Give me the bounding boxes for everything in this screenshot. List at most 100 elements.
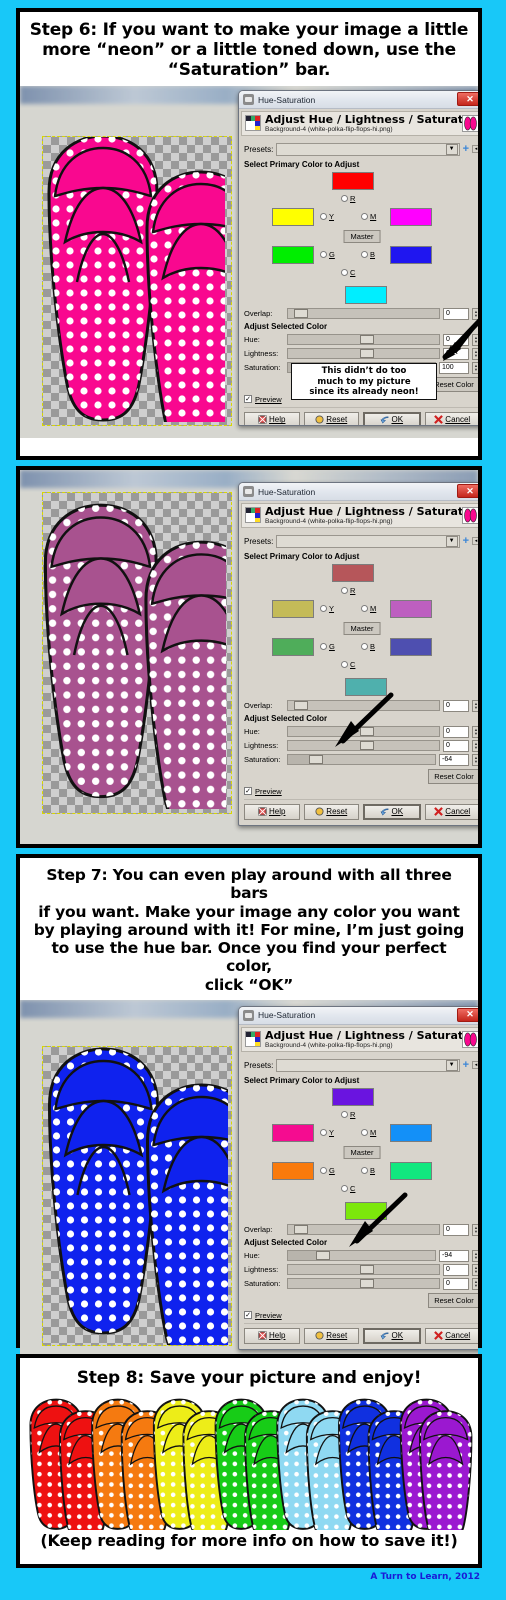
overlap-row[interactable]: Overlap: 0 ▲ ▼ <box>244 699 478 712</box>
swatch-magenta[interactable] <box>390 1123 432 1142</box>
saturation-row[interactable]: Saturation: 0 ▲ ▼ <box>244 1277 478 1290</box>
chevron-down-icon[interactable]: ▼ <box>445 535 458 547</box>
master-button[interactable]: Master <box>343 1145 381 1159</box>
chevron-down-icon[interactable]: ▼ <box>445 143 458 155</box>
chevron-down-icon[interactable]: ▼ <box>445 1059 458 1071</box>
cancel-button[interactable]: Cancel <box>424 411 478 426</box>
overlap-value[interactable]: 0 <box>443 699 469 712</box>
radio-m[interactable]: M <box>361 212 376 221</box>
dialog-button-row[interactable]: Help Reset OK Cancel <box>244 798 478 820</box>
radio-m[interactable]: M <box>361 604 376 613</box>
lightness-row[interactable]: Lightness: 0 ▲ ▼ <box>244 739 478 752</box>
close-icon[interactable]: ✕ <box>457 92 478 107</box>
lightness-row[interactable]: Lightness: 0 ▲ ▼ <box>244 347 478 360</box>
dialog-button-row[interactable]: Help Reset OK Cancel <box>244 1322 478 1344</box>
add-preset-button[interactable]: + <box>463 144 469 155</box>
preview-checkbox[interactable]: ✓ <box>244 395 252 404</box>
lightness-spinner[interactable]: ▲ ▼ <box>472 1263 478 1276</box>
manage-preset-button[interactable]: ◂ <box>472 145 478 154</box>
preview-row[interactable]: ✓ Preview <box>244 1311 478 1320</box>
preview-checkbox[interactable]: ✓ <box>244 787 252 796</box>
presets-row[interactable]: Presets: ▼ + ◂ <box>244 1058 478 1072</box>
presets-row[interactable]: Presets: ▼ + ◂ <box>244 534 478 548</box>
saturation-value[interactable]: -64 <box>439 753 469 766</box>
overlap-value[interactable]: 0 <box>443 1223 469 1236</box>
swatch-green[interactable] <box>272 245 314 264</box>
ok-button[interactable]: OK <box>363 1327 421 1344</box>
dialog-button-row[interactable]: Help Reset OK Cancel <box>244 406 478 426</box>
hue-row[interactable]: Hue: 0 ▲ ▼ <box>244 333 478 346</box>
presets-combo[interactable]: ▼ <box>276 142 460 156</box>
radio-y[interactable]: Y <box>320 1128 334 1137</box>
hue-value[interactable]: 0 <box>443 725 469 738</box>
ok-button[interactable]: OK <box>363 411 421 426</box>
radio-y[interactable]: Y <box>320 212 334 221</box>
saturation-row[interactable]: Saturation: -64 ▲ ▼ <box>244 753 478 766</box>
swatch-yellow[interactable] <box>272 1123 314 1142</box>
swatch-green[interactable] <box>272 637 314 656</box>
close-icon[interactable]: ✕ <box>457 484 478 498</box>
close-icon[interactable]: ✕ <box>457 1007 478 1022</box>
add-preset-button[interactable]: + <box>463 1060 469 1071</box>
help-button[interactable]: Help <box>244 803 300 820</box>
lightness-slider[interactable] <box>287 348 440 360</box>
primary-color-selector-3[interactable]: R Y M Master G B C <box>244 1087 478 1200</box>
radio-c[interactable]: C <box>341 268 355 277</box>
lightness-value[interactable]: 0 <box>443 1263 469 1276</box>
presets-row[interactable]: Presets: ▼ + ◂ <box>244 142 478 156</box>
lightness-slider[interactable] <box>287 1264 440 1276</box>
hue-value[interactable]: -94 <box>439 1249 469 1262</box>
reset-button[interactable]: Reset <box>303 803 359 820</box>
hue-row[interactable]: Hue: 0 ▲ ▼ <box>244 725 478 738</box>
swatch-cyan[interactable] <box>345 1201 387 1220</box>
preview-checkbox[interactable]: ✓ <box>244 1311 252 1320</box>
presets-combo[interactable]: ▼ <box>276 534 460 548</box>
reset-color-button[interactable]: Reset Color <box>428 768 478 784</box>
swatch-red[interactable] <box>332 171 374 190</box>
cancel-button[interactable]: Cancel <box>424 803 478 820</box>
overlap-slider[interactable] <box>287 700 440 712</box>
dialog-step6[interactable]: Hue-Saturation ✕ Adjust Hue / Lightness … <box>238 90 478 427</box>
primary-color-selector-1[interactable]: R Y M Master G B C <box>244 171 478 284</box>
preview-row[interactable]: ✓ Preview <box>244 787 478 796</box>
radio-b[interactable]: B <box>361 642 375 651</box>
radio-b[interactable]: B <box>361 250 375 259</box>
swatch-magenta[interactable] <box>390 599 432 618</box>
saturation-value[interactable]: 0 <box>443 1277 469 1290</box>
radio-g[interactable]: G <box>320 642 335 651</box>
help-button[interactable]: Help <box>244 1327 300 1344</box>
dialog-step7[interactable]: Hue-Saturation ✕ Adjust Hue / Lightness … <box>238 1005 478 1350</box>
help-button[interactable]: Help <box>244 411 300 426</box>
presets-combo[interactable]: ▼ <box>276 1058 460 1072</box>
lightness-spinner[interactable]: ▲ ▼ <box>472 739 478 752</box>
swatch-blue[interactable] <box>390 1161 432 1180</box>
saturation-slider[interactable] <box>287 1278 440 1290</box>
swatch-magenta[interactable] <box>390 207 432 226</box>
saturation-spinner[interactable]: ▲ ▼ <box>472 361 478 374</box>
lightness-spinner[interactable]: ▲ ▼ <box>472 347 478 360</box>
swatch-cyan[interactable] <box>345 677 387 696</box>
dialog-titlebar[interactable]: Hue-Saturation ✕ <box>239 91 478 110</box>
reset-color-button[interactable]: Reset Color <box>428 1292 478 1308</box>
swatch-yellow[interactable] <box>272 207 314 226</box>
dialog-titlebar[interactable]: Hue-Saturation ✕ <box>239 1006 478 1025</box>
hue-spinner[interactable]: ▲ ▼ <box>472 725 478 738</box>
swatch-blue[interactable] <box>390 637 432 656</box>
cancel-button[interactable]: Cancel <box>424 1327 478 1344</box>
hue-value[interactable]: 0 <box>443 333 469 346</box>
dialog-step6b[interactable]: Hue-Saturation ✕ Adjust Hue / Lightness … <box>238 482 478 826</box>
reset-button[interactable]: Reset <box>303 1327 359 1344</box>
radio-r[interactable]: R <box>341 1110 355 1119</box>
overlap-row[interactable]: Overlap: 0 ▲ ▼ <box>244 1223 478 1236</box>
primary-color-selector-2[interactable]: R Y M Master G B C <box>244 563 478 676</box>
hue-row[interactable]: Hue: -94 ▲ ▼ <box>244 1249 478 1262</box>
swatch-blue[interactable] <box>390 245 432 264</box>
dialog-titlebar[interactable]: Hue-Saturation ✕ <box>239 483 478 501</box>
swatch-yellow[interactable] <box>272 599 314 618</box>
lightness-value[interactable]: 0 <box>443 347 469 360</box>
overlap-value[interactable]: 0 <box>443 307 469 320</box>
hue-spinner[interactable]: ▲ ▼ <box>472 1249 478 1262</box>
overlap-slider[interactable] <box>287 308 440 320</box>
radio-r[interactable]: R <box>341 194 355 203</box>
radio-y[interactable]: Y <box>320 604 334 613</box>
